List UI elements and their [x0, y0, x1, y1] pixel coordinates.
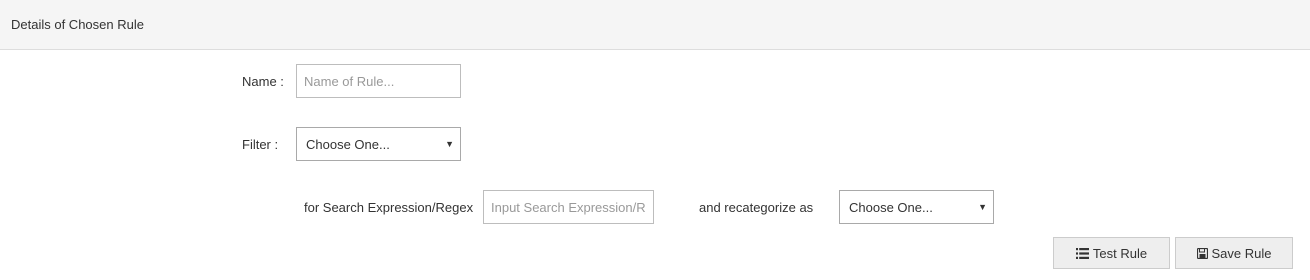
rule-details-panel: Details of Chosen Rule Name : Filter : C… [0, 0, 1310, 280]
panel-title: Details of Chosen Rule [11, 17, 144, 32]
panel-header: Details of Chosen Rule [0, 0, 1310, 50]
recategorize-select[interactable]: Choose One... ▼ [839, 190, 994, 224]
rule-name-input[interactable] [296, 64, 461, 98]
filter-select-value: Choose One... [306, 136, 390, 152]
save-rule-button[interactable]: Save Rule [1175, 237, 1293, 269]
filter-select[interactable]: Choose One... ▼ [296, 127, 461, 161]
test-rule-button[interactable]: Test Rule [1053, 237, 1170, 269]
save-rule-label: Save Rule [1211, 245, 1272, 261]
recategorize-select-value: Choose One... [849, 199, 933, 215]
chevron-down-icon: ▼ [445, 139, 454, 149]
test-rule-label: Test Rule [1092, 245, 1148, 261]
filter-label: Filter : [242, 137, 279, 152]
name-label: Name : [242, 74, 284, 89]
floppy-disk-icon [1196, 247, 1208, 259]
recategorize-label: and recategorize as [699, 200, 814, 215]
search-expression-input[interactable] [483, 190, 654, 224]
search-expression-label: for Search Expression/Regex [304, 200, 474, 215]
chevron-down-icon: ▼ [978, 202, 987, 212]
list-icon [1075, 247, 1089, 259]
